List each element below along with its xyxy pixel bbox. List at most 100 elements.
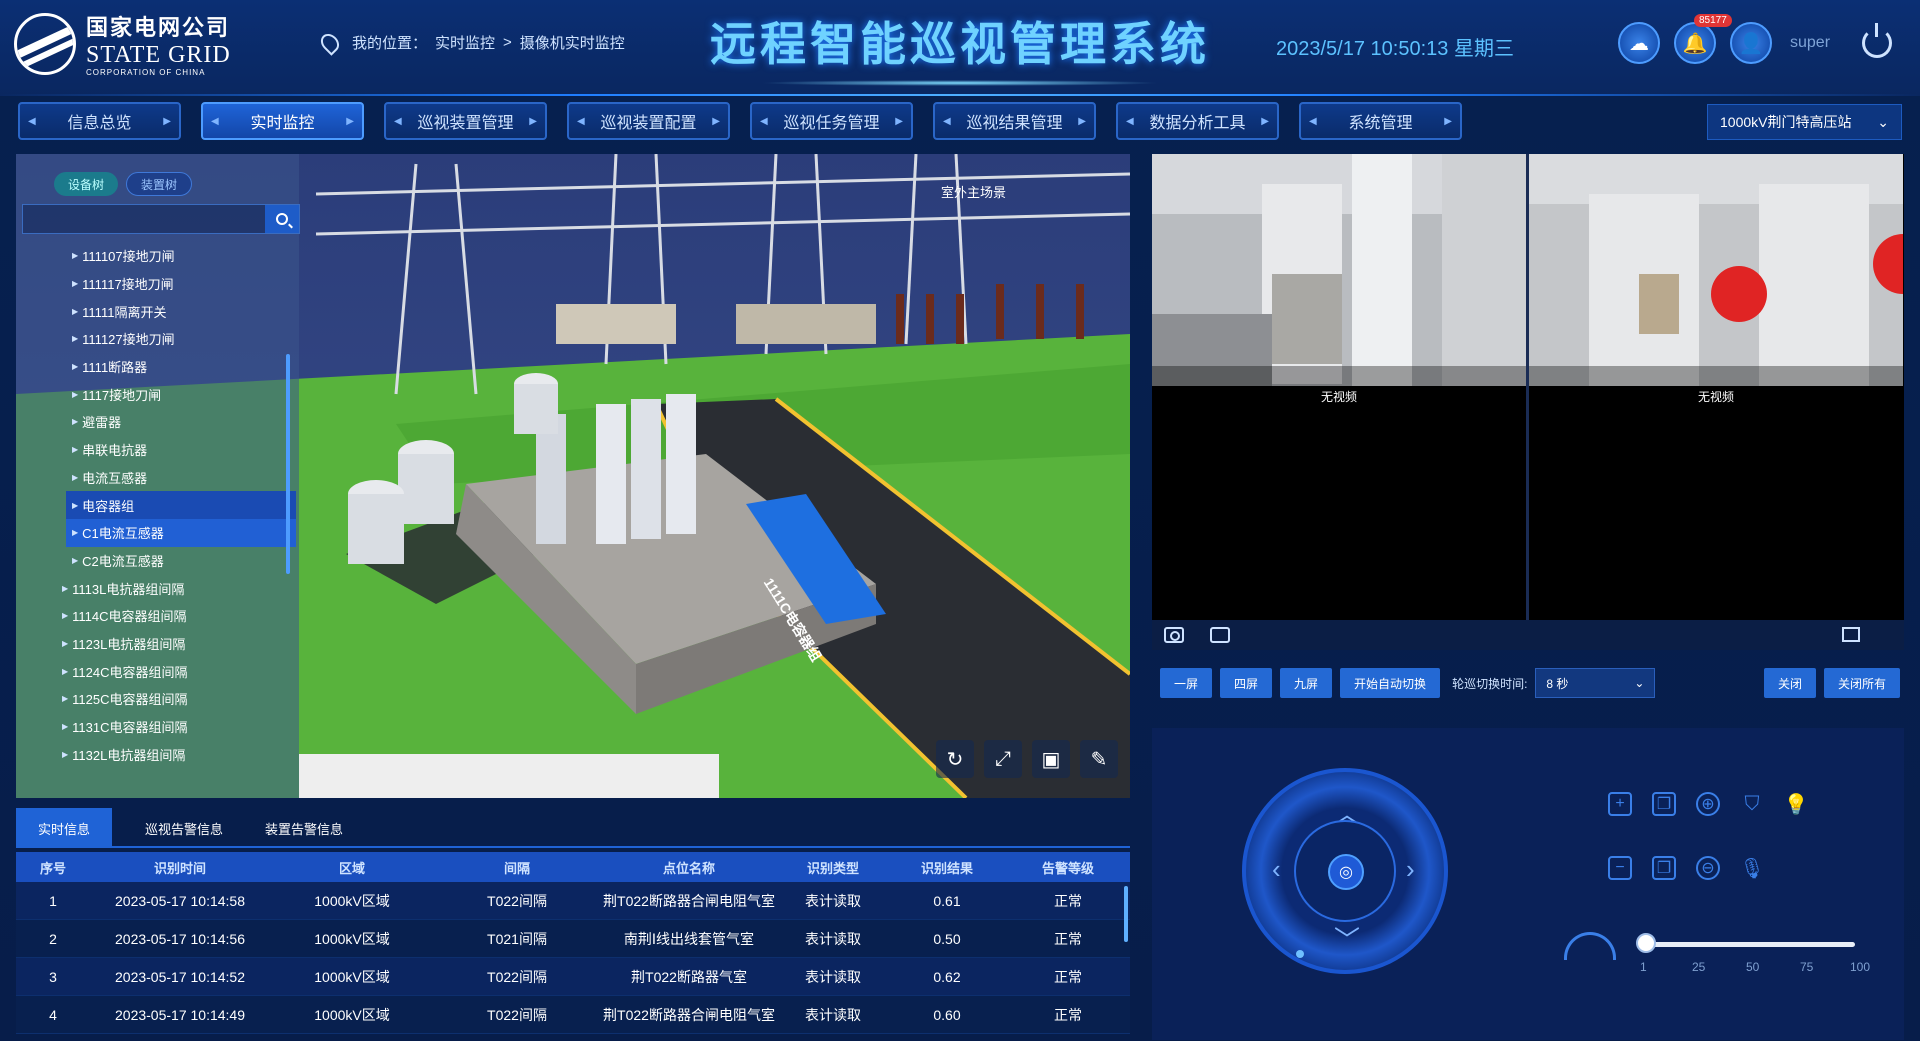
substation-3d-view[interactable]: 设备树 装置树 ▶ 111107接地刀闸 ▶ 111117接地刀闸 ▶ 11111隔离… (16, 154, 1130, 798)
tree-item[interactable]: ▶ 1113L电抗器组间隔 (16, 574, 296, 602)
tree-item[interactable]: ▶ 1131C电容器组间隔 (16, 713, 296, 741)
tree-item[interactable]: ▶ 避雷器 (16, 408, 296, 436)
four-screen-button[interactable]: 四屏 (1220, 668, 1273, 698)
tree-item[interactable]: ▶ 111117接地刀闸 (16, 270, 296, 298)
iris-close-icon[interactable]: ⊖ (1696, 856, 1720, 880)
cell-index: 2 (49, 930, 57, 947)
user-avatar-icon[interactable]: 👤 (1730, 22, 1772, 64)
tab-device-alarm[interactable]: 装置告警信息 (256, 808, 352, 848)
refresh-icon[interactable]: ↻ (936, 740, 974, 778)
video-cell-2[interactable] (1529, 154, 1903, 386)
video-cell-3[interactable] (1152, 388, 1526, 620)
chevron-left-icon[interactable]: ‹ (1272, 854, 1281, 885)
cell-type: 表计读取 (805, 892, 861, 909)
iris-open-icon[interactable]: ⊕ (1696, 792, 1720, 816)
light-icon[interactable]: 💡 (1784, 792, 1809, 816)
cell-result: 0.61 (933, 892, 961, 909)
tree-tab-device[interactable]: 设备树 (54, 172, 119, 196)
video-cell-1[interactable] (1152, 154, 1526, 386)
tree-item[interactable]: ▶ 1114C电容器组间隔 (16, 602, 296, 630)
nav-tab-result-mgmt[interactable]: ◀ 巡视结果管理 ▶ (933, 102, 1096, 140)
tree-item[interactable]: ▶ C2电流互感器 (16, 547, 296, 575)
tree-item-selected[interactable]: ▶ C1电流互感器 (66, 518, 296, 547)
expand-icon[interactable]: ⤢ (984, 740, 1022, 778)
caret-right-icon: ▶ (72, 555, 79, 565)
table-row[interactable]: 2 2023-05-17 10:14:56 1000kV区域 T021间隔 南荆… (16, 920, 1130, 958)
nav-tab-device-mgmt[interactable]: ◀ 巡视装置管理 ▶ (384, 102, 547, 140)
power-icon[interactable] (1862, 23, 1893, 58)
chevron-left-icon: ◀ (577, 115, 585, 127)
nav-tab-label: 数据分析工具 (1149, 115, 1246, 132)
video-layout-bar: 一屏 四屏 九屏 开始自动切换 轮巡切换时间: 8 秒 ⌄ 关闭 关闭所有 (1160, 668, 1900, 698)
nav-tab-system[interactable]: ◀ 系统管理 ▶ (1299, 102, 1462, 140)
tab-inspection-alarm[interactable]: 巡视告警信息 (136, 808, 232, 848)
microphone-icon[interactable]: 🎙 (1739, 856, 1764, 880)
camera-feed-1 (1152, 154, 1526, 386)
logo-sub: CORPORATION OF CHINA (86, 68, 206, 77)
weather-icon[interactable]: ☁ (1618, 22, 1660, 64)
tree-item[interactable]: ▶ 1125C电容器组间隔 (16, 685, 296, 713)
focus-near-icon[interactable]: ❐ (1652, 792, 1676, 816)
measure-icon[interactable]: ✎ (1080, 740, 1118, 778)
close-all-button[interactable]: 关闭所有 (1823, 668, 1900, 698)
chevron-down-icon[interactable]: ﹀ (1334, 920, 1360, 957)
tree-item[interactable]: ▶ 电容器组 (66, 491, 296, 519)
table-row[interactable]: 3 2023-05-17 10:14:52 1000kV区域 T022间隔 荆T… (16, 958, 1130, 996)
column-header: 点位名称 (662, 860, 715, 876)
tree-item[interactable]: ▶ 1123L电抗器组间隔 (16, 630, 296, 658)
fullscreen-icon[interactable] (1842, 627, 1860, 642)
tree-item[interactable]: ▶ 串联电抗器 (16, 436, 296, 464)
tree-item[interactable]: ▶ 1111断路器 (16, 353, 296, 381)
tree-item-label: C1电流互感器 (82, 526, 164, 542)
tree-item[interactable]: ▶ 电流互感器 (16, 464, 296, 492)
tree-search-input[interactable] (22, 204, 300, 234)
video-cell-4[interactable] (1529, 388, 1903, 620)
table-scrollbar[interactable] (1124, 886, 1128, 942)
ptz-control-panel: ︿ ﹀ ‹ › ◎ + ❐ ⊕ ⛉ 💡 − ❐ ⊖ 🎙 1 25 50 75 1… (1152, 728, 1904, 1040)
interval-select[interactable]: 8 秒 ⌄ (1535, 668, 1656, 698)
chevron-left-icon: ◀ (1309, 115, 1317, 127)
chevron-right-icon[interactable]: › (1406, 854, 1415, 885)
record-icon[interactable] (1210, 627, 1230, 643)
speed-slider-handle[interactable] (1636, 933, 1656, 953)
tree-tab-equipment[interactable]: 装置树 (126, 172, 193, 196)
one-screen-button[interactable]: 一屏 (1160, 668, 1213, 698)
tree-item[interactable]: ▶ 111127接地刀闸 (16, 325, 296, 353)
tree-item[interactable]: ▶ 111107接地刀闸 (16, 242, 296, 270)
auto-switch-button[interactable]: 开始自动切换 (1340, 668, 1441, 698)
table-row[interactable]: 1 2023-05-17 10:14:58 1000kV区域 T022间隔 荆T… (16, 882, 1130, 920)
close-button[interactable]: 关闭 (1763, 668, 1816, 698)
wiper-icon[interactable]: ⛉ (1740, 792, 1764, 816)
tree-item-label: 1117接地刀闸 (82, 387, 162, 403)
frame-select-icon[interactable]: ▣ (1032, 740, 1070, 778)
station-select[interactable]: 1000kV荆门特高压站 ⌄ (1707, 104, 1902, 140)
ptz-center-icon[interactable]: ◎ (1328, 854, 1364, 890)
cell-area: 1000kV区域 (314, 968, 390, 985)
tree-scrollbar[interactable] (286, 354, 290, 574)
breadcrumb: 我的位置： 实时监控 > 摄像机实时监控 (317, 29, 633, 56)
cell-index: 1 (49, 892, 57, 909)
tree-item[interactable]: ▶ 11111隔离开关 (16, 297, 296, 325)
zoom-in-icon[interactable]: + (1608, 792, 1632, 816)
table-row[interactable]: 4 2023-05-17 10:14:49 1000kV区域 T022间隔 荆T… (16, 996, 1130, 1034)
tree-item-label: 111127接地刀闸 (82, 332, 175, 348)
bell-icon[interactable]: 🔔 85177 (1674, 14, 1732, 64)
column-header: 识别时间 (153, 860, 206, 876)
breadcrumb-item[interactable]: 实时监控 (435, 32, 495, 53)
nav-tab-task-mgmt[interactable]: ◀ 巡视任务管理 ▶ (750, 102, 913, 140)
tree-item[interactable]: ▶ 1117接地刀闸 (16, 380, 296, 408)
ptz-joystick[interactable]: ︿ ﹀ ‹ › ◎ (1242, 768, 1448, 974)
speed-slider[interactable] (1643, 942, 1855, 947)
camera-snapshot-icon[interactable] (1164, 627, 1184, 643)
zoom-out-icon[interactable]: − (1608, 856, 1632, 880)
tree-search-button[interactable] (265, 205, 299, 233)
nav-tab-realtime[interactable]: ◀ 实时监控 ▶ (201, 102, 364, 140)
tree-item[interactable]: ▶ 1124C电容器组间隔 (16, 657, 296, 685)
nav-tab-analysis[interactable]: ◀ 数据分析工具 ▶ (1116, 102, 1279, 140)
focus-far-icon[interactable]: ❐ (1652, 856, 1676, 880)
nine-screen-button[interactable]: 九屏 (1280, 668, 1333, 698)
nav-tab-overview[interactable]: ◀ 信息总览 ▶ (18, 102, 181, 140)
tab-realtime-info[interactable]: 实时信息 (16, 808, 112, 848)
tree-item[interactable]: ▶ 1132L电抗器组间隔 (16, 740, 296, 768)
nav-tab-device-config[interactable]: ◀ 巡视装置配置 ▶ (567, 102, 730, 140)
